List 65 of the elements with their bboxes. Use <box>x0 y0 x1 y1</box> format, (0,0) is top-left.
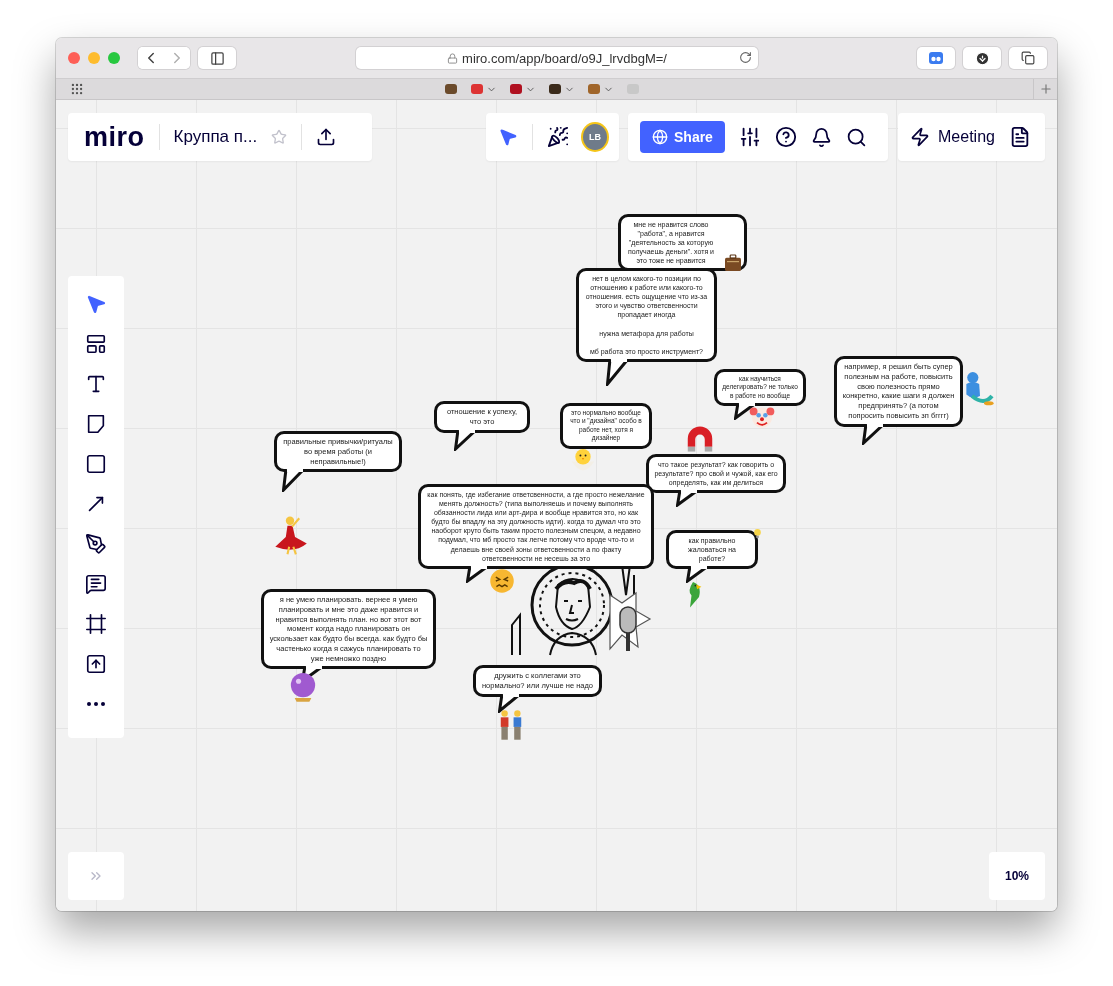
speech-bubble[interactable] <box>261 589 436 670</box>
notification-icon[interactable] <box>810 126 832 148</box>
lock-icon <box>447 52 459 64</box>
lightbulb-icon[interactable] <box>752 528 763 539</box>
speech-bubble[interactable] <box>576 268 717 362</box>
bookmark-item[interactable] <box>548 83 575 95</box>
pen-icon <box>85 533 107 555</box>
board-title[interactable]: Круппа п... <box>173 127 258 147</box>
user-avatar[interactable]: LB <box>582 124 607 150</box>
plus-icon <box>1038 82 1053 96</box>
settings-icon[interactable] <box>738 126 761 148</box>
bookmark-icon <box>587 83 601 95</box>
bookmark-icon <box>509 83 523 95</box>
speech-bubble[interactable] <box>418 484 654 569</box>
zoom-level-button[interactable]: 10% <box>989 852 1045 900</box>
apps-grid-icon[interactable] <box>70 82 84 96</box>
bubble-tail <box>862 423 886 445</box>
comment-icon <box>85 573 107 595</box>
shape-icon <box>85 453 107 475</box>
bookmark-icon <box>548 83 562 95</box>
lightning-icon <box>910 127 930 147</box>
templates-icon <box>85 333 107 355</box>
bubble-tail <box>676 490 700 508</box>
more-icon <box>87 702 105 706</box>
party-popper-icon[interactable] <box>546 126 569 148</box>
templates-tool-button[interactable] <box>84 332 108 356</box>
sidebar-toggle-button[interactable] <box>198 47 236 69</box>
tabs-icon <box>1021 51 1035 65</box>
sticky-note-icon <box>85 413 107 435</box>
pen-tool-button[interactable] <box>84 532 108 556</box>
extension-button[interactable] <box>917 47 955 69</box>
cursor-icon[interactable] <box>498 127 518 147</box>
upload-tool-button[interactable] <box>84 652 108 676</box>
extension-icon <box>929 52 943 64</box>
globe-icon <box>652 129 668 145</box>
search-icon[interactable] <box>845 126 867 148</box>
sidebar-icon <box>209 50 225 66</box>
bookmark-item[interactable] <box>509 83 536 95</box>
share-button[interactable]: Share <box>640 121 725 153</box>
downloads-button[interactable] <box>963 47 1001 69</box>
app-logo: miro <box>84 121 145 153</box>
bubble-tail <box>606 358 630 386</box>
angry-face-icon[interactable] <box>488 567 516 595</box>
url-text: miro.com/app/board/o9J_lrvdbgM=/ <box>462 50 667 66</box>
bookmark-icon <box>470 83 484 95</box>
shape-tool-button[interactable] <box>84 452 108 476</box>
star-icon[interactable] <box>271 129 288 145</box>
bookmark-item[interactable] <box>444 83 458 95</box>
bubble-tail <box>466 565 490 583</box>
address-bar[interactable]: miro.com/app/board/o9J_lrvdbgM=/ <box>356 47 758 69</box>
bookmark-icon <box>444 83 458 95</box>
upload-icon <box>85 653 107 675</box>
bubble-tail <box>686 566 710 584</box>
tabs-button[interactable] <box>1009 47 1047 69</box>
reload-icon[interactable] <box>739 51 752 64</box>
bubble-tail <box>454 429 478 451</box>
frame-tool-button[interactable] <box>84 612 108 636</box>
select-icon <box>85 293 107 315</box>
download-icon <box>974 50 990 66</box>
upload-icon[interactable] <box>316 127 337 147</box>
comment-tool-button[interactable] <box>84 572 108 596</box>
help-icon[interactable] <box>774 126 797 148</box>
text-icon <box>85 373 107 395</box>
bubble-tail <box>282 469 306 493</box>
frame-icon <box>85 613 107 635</box>
